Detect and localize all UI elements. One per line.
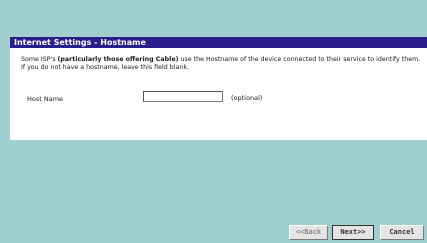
host-name-input[interactable] [143,91,223,102]
host-name-label: Host Name [27,95,64,103]
description-bold: (particularly those offering Cable) [57,56,179,63]
cancel-button[interactable]: Cancel [380,225,424,240]
hostname-panel: Internet Settings - Hostname Some ISP's … [10,37,427,140]
wizard-page: Internet Settings - Hostname Some ISP's … [0,0,427,243]
back-button[interactable]: <<Back [289,225,328,240]
panel-title: Internet Settings - Hostname [10,37,427,48]
description-text: Some ISP's (particularly those offering … [21,56,423,72]
optional-label: (optional) [231,94,263,102]
description-prefix: Some ISP's [21,56,58,63]
next-button[interactable]: Next>> [332,225,374,240]
